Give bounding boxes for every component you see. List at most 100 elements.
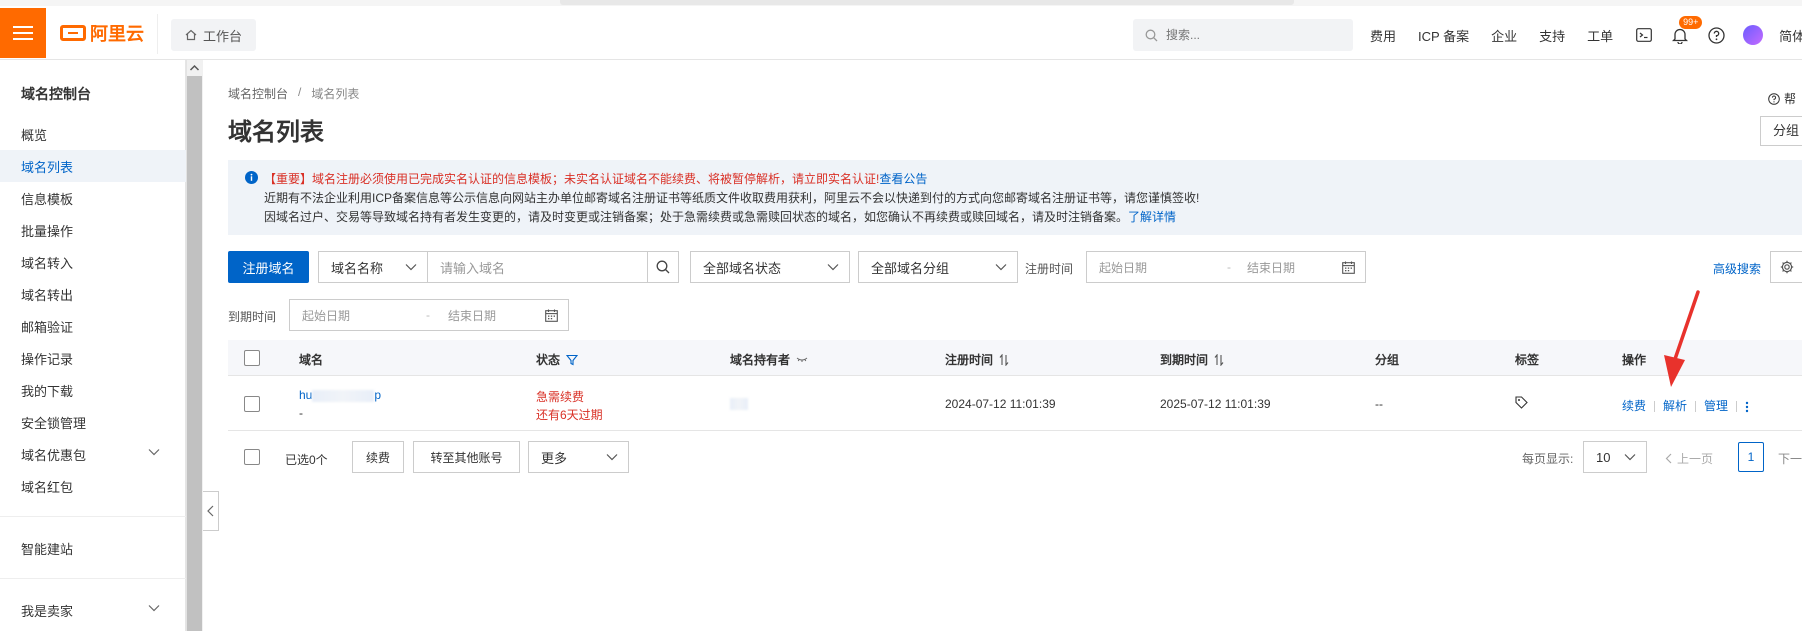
- redacted-domain: [312, 389, 375, 402]
- sidebar-item-seller[interactable]: 我是卖家: [0, 594, 186, 626]
- group-button[interactable]: 分组: [1760, 116, 1802, 146]
- batch-renew-button[interactable]: 续费: [352, 441, 404, 473]
- transfer-account-button[interactable]: 转至其他账号: [413, 441, 520, 473]
- sidebar-item-security-lock[interactable]: 安全锁管理: [0, 406, 186, 438]
- prev-page-button[interactable]: 上一页: [1665, 450, 1713, 467]
- eye-closed-icon[interactable]: [796, 356, 808, 364]
- status-urgent: 急需续费: [536, 390, 585, 404]
- aliyun-logo[interactable]: 阿里云: [60, 22, 144, 44]
- domain-sub: -: [299, 406, 303, 420]
- status-filter-select[interactable]: 全部域名状态: [690, 251, 850, 283]
- sidebar-item-op-log[interactable]: 操作记录: [0, 342, 186, 374]
- sidebar-divider: [0, 516, 186, 517]
- footer-select-checkbox[interactable]: [244, 449, 260, 465]
- expire-time-range[interactable]: 起始日期 - 结束日期: [289, 299, 569, 331]
- chevron-down-icon: [1624, 454, 1636, 461]
- register-domain-button[interactable]: 注册域名: [228, 251, 309, 283]
- col-status: 状态: [536, 351, 579, 368]
- notice-banner: 【重要】域名注册必须使用已完成实名认证的信息模板；未实名认证域名不能续费、将被暂…: [228, 160, 1802, 235]
- row-checkbox[interactable]: [244, 396, 260, 412]
- reg-time-range[interactable]: 起始日期 - 结束日期: [1086, 251, 1366, 283]
- sidebar-item-red-packet[interactable]: 域名红包: [0, 470, 186, 502]
- next-page-button[interactable]: 下一: [1778, 450, 1802, 467]
- manage-link[interactable]: 管理: [1704, 399, 1728, 413]
- sidebar-item-downloads[interactable]: 我的下载: [0, 374, 186, 406]
- ticket-link[interactable]: 工单: [1587, 26, 1613, 45]
- calendar-icon: [1342, 261, 1355, 274]
- info-icon: [245, 171, 258, 184]
- divider: [157, 14, 158, 54]
- sidebar-item-site-builder[interactable]: 智能建站: [0, 532, 186, 564]
- global-search[interactable]: [1133, 19, 1353, 51]
- global-search-input[interactable]: [1166, 28, 1336, 42]
- icp-link[interactable]: ICP 备案: [1418, 26, 1469, 45]
- bell-icon[interactable]: 99+: [1671, 16, 1703, 44]
- sidebar-item-label: 域名转出: [21, 287, 74, 303]
- sidebar-item-discount-pack[interactable]: 域名优惠包: [0, 438, 186, 470]
- sidebar-item-label: 智能建站: [21, 541, 74, 557]
- fees-link[interactable]: 费用: [1370, 26, 1396, 45]
- reg-time-label: 注册时间: [1025, 262, 1074, 276]
- page-title: 域名列表: [228, 119, 324, 146]
- notification-badge: 99+: [1679, 16, 1703, 29]
- support-link[interactable]: 支持: [1539, 26, 1565, 45]
- sort-icon[interactable]: [999, 353, 1009, 366]
- chevron-down-icon: [827, 264, 839, 271]
- breadcrumb-current: 域名列表: [311, 87, 360, 101]
- sidebar-item-batch-ops[interactable]: 批量操作: [0, 214, 186, 246]
- advanced-search-link[interactable]: 高级搜索: [1713, 260, 1761, 277]
- sidebar-item-label: 我是卖家: [21, 603, 74, 619]
- workbench-button[interactable]: 工作台: [171, 19, 257, 51]
- more-actions-select[interactable]: 更多: [528, 441, 629, 473]
- workbench-label: 工作台: [203, 28, 243, 44]
- renew-link[interactable]: 续费: [1622, 399, 1646, 413]
- sidebar-item-label: 域名转入: [21, 255, 74, 271]
- page-number-current[interactable]: 1: [1738, 442, 1764, 472]
- reg-time-value: 2024-07-12 11:01:39: [945, 397, 1056, 411]
- search-field-select[interactable]: 域名名称: [318, 251, 428, 283]
- sidebar-item-info-template[interactable]: 信息模板: [0, 182, 186, 214]
- sidebar-item-label: 安全锁管理: [21, 415, 87, 431]
- sidebar-title: 域名控制台: [21, 86, 91, 102]
- filter-icon[interactable]: [566, 354, 579, 366]
- notice-line-3: 因域名过户、交易等导致域名持有者发生变更的，请及时变更或注销备案；处于急需续费或…: [264, 210, 1177, 224]
- notice-announcement-link[interactable]: 查看公告: [879, 172, 927, 186]
- per-page-select[interactable]: 10: [1583, 441, 1647, 473]
- group-filter-select[interactable]: 全部域名分组: [858, 251, 1018, 283]
- more-vertical-icon[interactable]: [1745, 401, 1749, 413]
- chevron-down-icon: [148, 449, 160, 456]
- search-icon: [1145, 29, 1158, 41]
- sidebar-collapse-button[interactable]: [203, 491, 219, 531]
- sidebar-scrollbar-thumb[interactable]: [187, 76, 202, 631]
- selected-count: 已选0个: [285, 453, 328, 467]
- terminal-icon[interactable]: [1635, 26, 1653, 44]
- settings-button[interactable]: [1770, 251, 1802, 283]
- holder-redacted: [730, 396, 748, 410]
- breadcrumb-root[interactable]: 域名控制台: [228, 85, 288, 102]
- select-all-checkbox[interactable]: [244, 350, 260, 366]
- tag-icon[interactable]: [1515, 396, 1528, 412]
- scroll-up-arrow-icon[interactable]: [189, 62, 200, 74]
- sort-icon[interactable]: [1214, 353, 1224, 366]
- chevron-left-icon: [1665, 453, 1672, 464]
- search-button[interactable]: [647, 251, 679, 283]
- sidebar-item-transfer-in[interactable]: 域名转入: [0, 246, 186, 278]
- row-actions: 续费 解析 管理: [1622, 397, 1749, 414]
- sidebar-item-domain-list[interactable]: 域名列表: [0, 150, 186, 182]
- notice-details-link[interactable]: 了解详情: [1128, 210, 1176, 224]
- menu-button[interactable]: [0, 8, 46, 58]
- domain-name-link[interactable]: hu p: [299, 388, 381, 402]
- help-icon[interactable]: [1707, 26, 1725, 44]
- avatar[interactable]: [1743, 25, 1764, 45]
- col-holder: 域名持有者: [730, 351, 808, 368]
- help-link[interactable]: 帮: [1768, 90, 1796, 107]
- sidebar-item-overview[interactable]: 概览: [0, 118, 186, 150]
- sidebar-item-transfer-out[interactable]: 域名转出: [0, 278, 186, 310]
- domain-search-input[interactable]: 请输入域名: [427, 251, 648, 283]
- resolve-link[interactable]: 解析: [1663, 399, 1687, 413]
- sidebar-item-email-verify[interactable]: 邮箱验证: [0, 310, 186, 342]
- enterprise-link[interactable]: 企业: [1491, 26, 1517, 45]
- sidebar-item-label: 我的下载: [21, 383, 74, 399]
- aliyun-logo-icon: [60, 25, 86, 41]
- language-switch[interactable]: 简体: [1779, 26, 1802, 45]
